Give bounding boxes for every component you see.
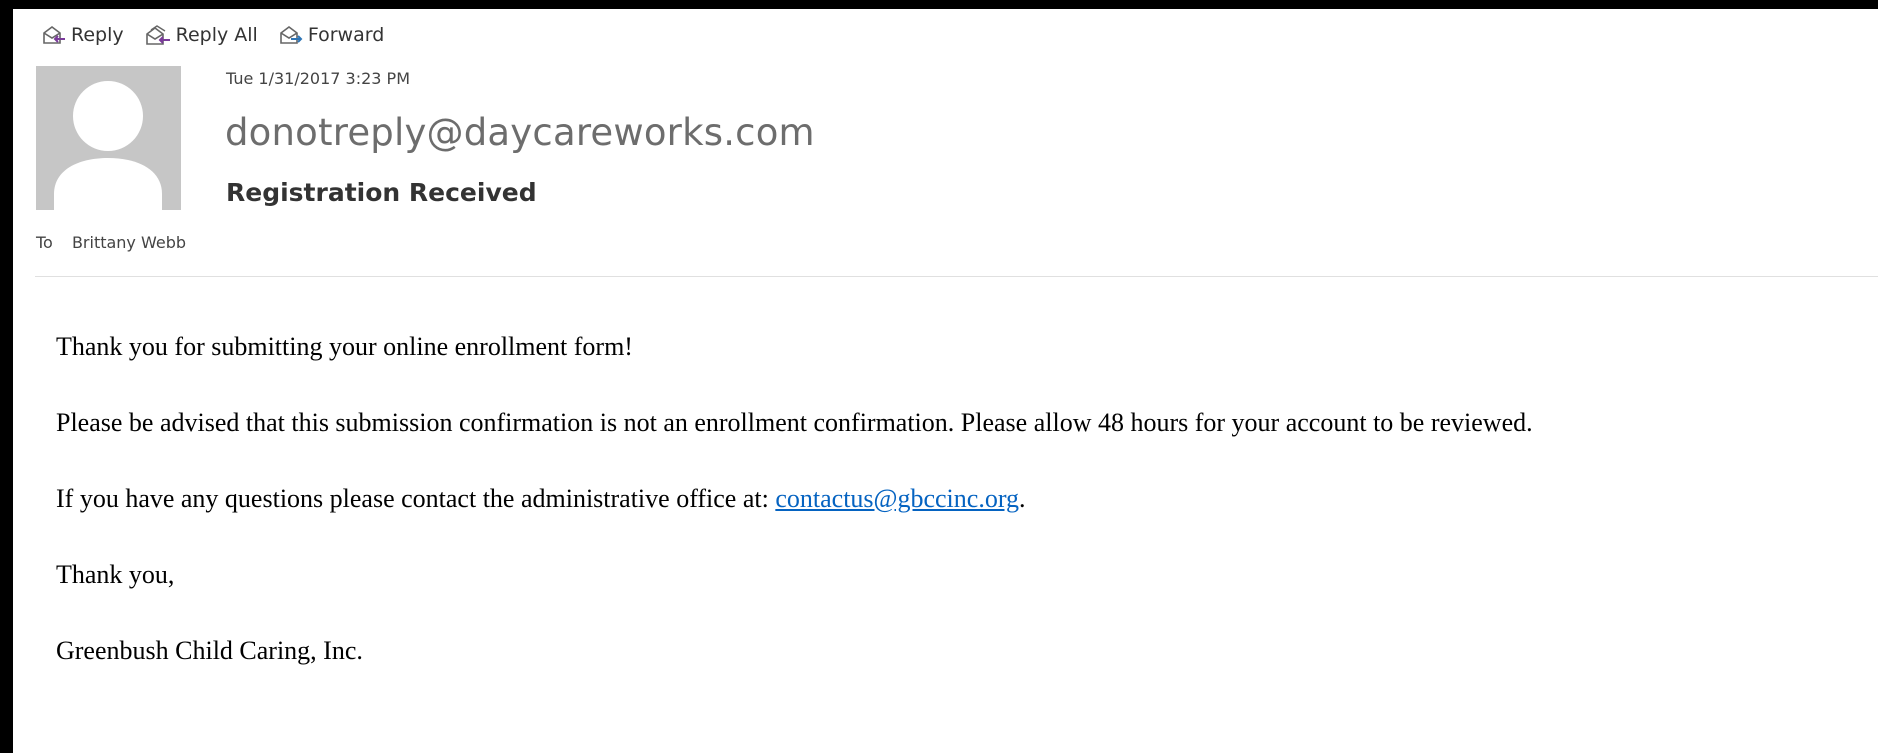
body-line-3: If you have any questions please contact…: [56, 479, 1533, 555]
recipients-line: To Brittany Webb: [36, 233, 186, 252]
contact-email-link[interactable]: contactus@gbccinc.org: [775, 484, 1019, 513]
person-silhouette-icon: [54, 81, 162, 210]
reply-all-icon: [145, 25, 170, 45]
body-line-3-text: If you have any questions please contact…: [56, 484, 776, 513]
message-toolbar: Reply Reply All Forward: [40, 20, 403, 50]
message-body: Thank you for submitting your online enr…: [56, 327, 1533, 707]
body-line-2: Please be advised that this submission c…: [56, 408, 1533, 437]
sender-avatar: [36, 66, 181, 210]
message-date: Tue 1/31/2017 3:23 PM: [226, 69, 411, 88]
header-divider: [35, 276, 1878, 277]
recipient-name[interactable]: Brittany Webb: [72, 233, 186, 252]
reply-all-button[interactable]: Reply All: [143, 24, 258, 46]
reply-icon: [43, 26, 65, 44]
body-line-3-period: .: [1019, 484, 1026, 513]
forward-icon: [280, 26, 303, 44]
reply-all-label: Reply All: [175, 24, 258, 46]
forward-button[interactable]: Forward: [277, 24, 384, 46]
reading-pane: Reply Reply All Forward Tue 1/31/2017 3:…: [0, 0, 1878, 753]
reply-label: Reply: [71, 24, 124, 46]
sender-address[interactable]: donotreply@daycareworks.com: [225, 111, 815, 154]
forward-label: Forward: [307, 24, 385, 46]
to-label: To: [36, 233, 53, 252]
body-line-5: Greenbush Child Caring, Inc.: [56, 636, 363, 665]
reply-button[interactable]: Reply: [40, 24, 124, 46]
body-line-1: Thank you for submitting your online enr…: [56, 332, 633, 361]
body-line-4: Thank you,: [56, 560, 175, 589]
message-subject: Registration Received: [226, 178, 537, 207]
